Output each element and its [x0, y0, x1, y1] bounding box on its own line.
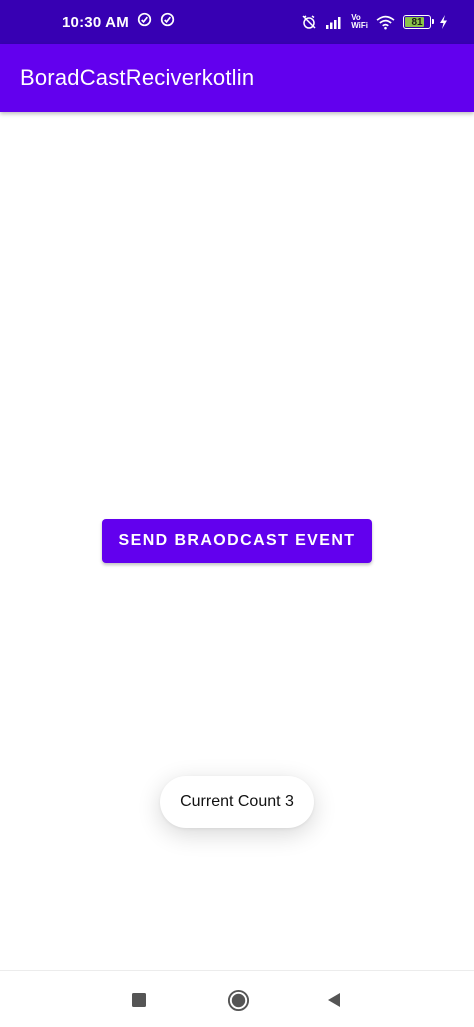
sync-icon	[137, 12, 152, 32]
app-title: BoradCastReciverkotlin	[20, 65, 255, 90]
home-icon[interactable]	[226, 988, 250, 1012]
back-icon[interactable]	[322, 988, 346, 1012]
status-time: 10:30 AM	[62, 13, 129, 31]
status-bar: 10:30 AM Vo WiFi 81	[0, 0, 474, 44]
signal-icon	[325, 15, 343, 29]
battery-tip	[431, 19, 434, 24]
status-right: Vo WiFi 81	[301, 14, 448, 30]
wifi-icon	[376, 15, 395, 30]
vowifi-indicator: Vo WiFi	[351, 14, 368, 30]
app-bar: BoradCastReciverkotlin	[0, 44, 474, 112]
battery-icon: 81	[403, 15, 434, 29]
sync-icon	[160, 12, 175, 32]
charging-icon	[439, 15, 448, 29]
battery-level: 81	[411, 16, 423, 28]
send-broadcast-button[interactable]: SEND BRAODCAST EVENT	[102, 519, 372, 563]
alarm-off-icon	[301, 14, 317, 30]
vowifi-bottom: WiFi	[351, 21, 368, 30]
navigation-bar	[0, 970, 474, 1027]
recent-apps-icon[interactable]	[127, 988, 151, 1012]
status-left: 10:30 AM	[62, 12, 175, 32]
toast-message: Current Count 3	[160, 776, 314, 828]
